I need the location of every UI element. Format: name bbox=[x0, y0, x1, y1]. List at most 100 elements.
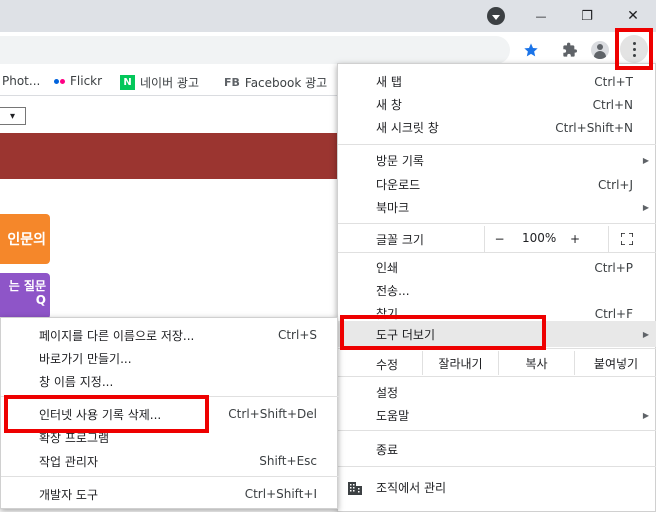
submenu-arrow-icon: ▶ bbox=[642, 156, 649, 165]
menu-shortcut: Ctrl+F bbox=[594, 306, 633, 321]
menu-item-new-incognito[interactable]: 새 시크릿 창 Ctrl+Shift+N bbox=[338, 116, 656, 139]
menu-item-exit[interactable]: 종료 bbox=[338, 438, 656, 461]
restore-icon: ❐ bbox=[581, 8, 593, 24]
menu-item-label: 새 탭 bbox=[376, 75, 402, 89]
paste-label: 붙여넣기 bbox=[593, 356, 639, 371]
tab-search-icon[interactable] bbox=[487, 7, 505, 25]
menu-shortcut: Ctrl+Shift+I bbox=[244, 487, 317, 501]
menu-item-label: 새 시크릿 창 bbox=[376, 121, 439, 135]
close-icon: ✕ bbox=[627, 8, 639, 24]
menu-item-new-window[interactable]: 새 창 Ctrl+N bbox=[338, 93, 656, 116]
menu-item-new-tab[interactable]: 새 탭 Ctrl+T bbox=[338, 70, 656, 93]
address-bar[interactable] bbox=[0, 36, 510, 64]
fullscreen-button[interactable] bbox=[608, 226, 644, 252]
zoom-in-button[interactable]: + bbox=[560, 226, 590, 252]
naver-icon: N bbox=[120, 75, 135, 90]
chevron-down-icon: ▾ bbox=[9, 110, 16, 122]
header-banner bbox=[0, 133, 340, 179]
submenu-item-task-manager[interactable]: 작업 관리자 Shift+Esc bbox=[1, 450, 339, 472]
menu-item-bookmarks[interactable]: 북마크 ▶ bbox=[338, 196, 656, 219]
bookmark-label: Facebook 광고 bbox=[244, 76, 328, 90]
menu-item-label: 설정 bbox=[376, 386, 399, 400]
highlight-box-clear-data bbox=[4, 395, 209, 433]
menu-shortcut: Ctrl+N bbox=[592, 97, 633, 112]
menu-item-settings[interactable]: 설정 bbox=[338, 381, 656, 404]
bookmark-item-naver[interactable]: N 네이버 광고 bbox=[120, 74, 199, 91]
menu-item-label: 북마크 bbox=[376, 201, 410, 215]
menu-shortcut: Ctrl+P bbox=[594, 260, 633, 275]
menu-divider bbox=[338, 430, 656, 431]
bookmark-item-facebook[interactable]: FB Facebook 광고 bbox=[224, 74, 327, 91]
menu-shortcut: Shift+Esc bbox=[259, 454, 317, 468]
profile-avatar-icon[interactable] bbox=[590, 40, 610, 60]
menu-item-print[interactable]: 인쇄 Ctrl+P bbox=[338, 256, 656, 279]
edit-row: 수정 잘라내기 복사 붙여넣기 bbox=[338, 351, 656, 375]
inquiry-button[interactable]: 인문의 bbox=[0, 214, 50, 264]
select-dropdown[interactable]: ▾ bbox=[0, 107, 26, 125]
menu-shortcut: Ctrl+J bbox=[598, 177, 633, 192]
menu-item-history[interactable]: 방문 기록 ▶ bbox=[338, 149, 656, 172]
building-icon bbox=[348, 482, 362, 495]
menu-item-label: 방문 기록 bbox=[376, 154, 424, 168]
menu-shortcut: Ctrl+T bbox=[594, 74, 633, 89]
copy-label: 복사 bbox=[525, 356, 548, 371]
copy-button[interactable]: 복사 bbox=[498, 351, 574, 375]
paste-button[interactable]: 붙여넣기 bbox=[574, 351, 656, 375]
faq-button[interactable]: 는 질문 Q bbox=[0, 273, 50, 319]
menu-item-label: 작업 관리자 bbox=[39, 454, 99, 469]
menu-item-label: 다운로드 bbox=[376, 178, 421, 192]
submenu-arrow-icon: ▶ bbox=[642, 203, 649, 212]
submenu-item-save-page[interactable]: 페이지를 다른 이름으로 저장... Ctrl+S bbox=[1, 324, 339, 346]
zoom-out-button[interactable]: − bbox=[484, 226, 514, 252]
bookmark-item-flickr[interactable]: Flickr bbox=[54, 74, 102, 88]
menu-item-downloads[interactable]: 다운로드 Ctrl+J bbox=[338, 173, 656, 196]
submenu-arrow-icon: ▶ bbox=[642, 329, 649, 339]
faq-button-label-2: Q bbox=[35, 293, 46, 307]
bookmark-item-photos[interactable]: Phot... bbox=[2, 74, 40, 88]
minimize-icon: — bbox=[535, 9, 547, 23]
menu-item-label: 전송... bbox=[376, 284, 410, 298]
plus-icon: + bbox=[569, 232, 581, 246]
highlight-box-more-tools bbox=[340, 315, 546, 350]
menu-divider bbox=[338, 223, 656, 224]
zoom-row: 글꼴 크기 − 100% + bbox=[338, 226, 656, 252]
facebook-icon: FB bbox=[224, 76, 240, 89]
menu-item-label: 페이지를 다른 이름으로 저장... bbox=[39, 328, 195, 343]
menu-item-cast[interactable]: 전송... bbox=[338, 279, 656, 302]
menu-item-help[interactable]: 도움말 ▶ bbox=[338, 404, 656, 427]
minimize-button[interactable]: — bbox=[518, 0, 564, 32]
extensions-puzzle-icon[interactable] bbox=[560, 40, 580, 60]
menu-item-label: 종료 bbox=[376, 443, 399, 457]
menu-item-managed[interactable]: 조직에서 관리 bbox=[338, 476, 656, 499]
flickr-icon bbox=[54, 78, 65, 84]
bookmark-label: Flickr bbox=[70, 74, 103, 88]
title-bar: — ❐ ✕ bbox=[0, 0, 656, 32]
inquiry-button-label: 인문의 bbox=[7, 232, 46, 248]
submenu-item-developer-tools[interactable]: 개발자 도구 Ctrl+Shift+I bbox=[1, 483, 339, 505]
menu-divider bbox=[338, 466, 656, 467]
minus-icon: − bbox=[494, 232, 505, 246]
bookmark-label: 네이버 광고 bbox=[140, 76, 200, 90]
cut-button[interactable]: 잘라내기 bbox=[422, 351, 498, 375]
submenu-arrow-icon: ▶ bbox=[642, 411, 649, 420]
chrome-main-menu: 새 탭 Ctrl+T 새 창 Ctrl+N 새 시크릿 창 Ctrl+Shift+N … bbox=[337, 63, 656, 512]
menu-item-label: 개발자 도구 bbox=[39, 487, 99, 502]
menu-item-label: 인쇄 bbox=[376, 261, 399, 275]
bookmark-star-icon[interactable] bbox=[521, 40, 541, 60]
maximize-button[interactable]: ❐ bbox=[564, 0, 610, 32]
menu-shortcut: Ctrl+Shift+N bbox=[555, 120, 633, 135]
cut-label: 잘라내기 bbox=[438, 356, 483, 371]
bookmark-label: Phot... bbox=[2, 74, 41, 88]
submenu-item-name-window[interactable]: 창 이름 지정... bbox=[1, 370, 339, 392]
menu-divider bbox=[1, 476, 339, 477]
edit-label: 수정 bbox=[376, 358, 399, 372]
menu-item-label: 도움말 bbox=[376, 409, 410, 423]
faq-button-label: 는 질문 bbox=[8, 279, 46, 293]
menu-item-label: 새 창 bbox=[376, 98, 402, 112]
submenu-item-create-shortcut[interactable]: 바로가기 만들기... bbox=[1, 347, 339, 369]
highlight-box-more-menu bbox=[615, 28, 653, 70]
menu-shortcut: Ctrl+Shift+Del bbox=[228, 407, 317, 421]
zoom-label: 글꼴 크기 bbox=[376, 233, 424, 247]
menu-divider bbox=[338, 376, 656, 377]
menu-divider bbox=[338, 144, 656, 145]
